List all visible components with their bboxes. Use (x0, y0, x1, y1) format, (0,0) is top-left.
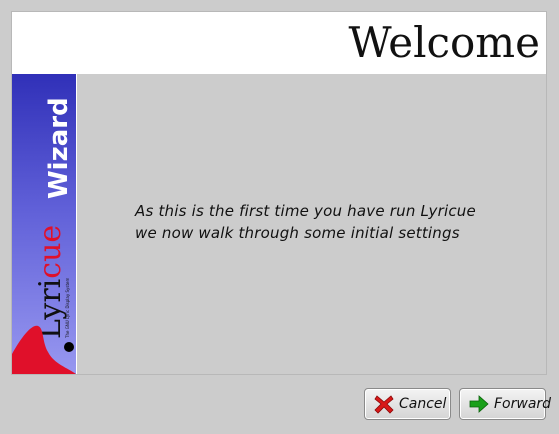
page-title: Welcome (348, 18, 540, 67)
wizard-content: As this is the first time you have run L… (77, 74, 546, 374)
cancel-button[interactable]: Cancel (364, 388, 451, 420)
forward-button[interactable]: Forward (459, 388, 551, 420)
wizard-frame: Welcome Lyricue The GNU Lyric Display Sy… (11, 11, 547, 375)
wizard-label: Wizard (44, 97, 74, 199)
sidebar-branding: Lyricue The GNU Lyric Display System Wiz… (12, 97, 76, 374)
message-line-1: As this is the first time you have run L… (135, 202, 476, 220)
brand-accent: cue (33, 225, 68, 279)
forward-label: Forward (494, 396, 552, 412)
cancel-label: Cancel (399, 396, 447, 412)
cancel-x-icon (373, 393, 395, 415)
brand-tagline: The GNU Lyric Display System (65, 278, 70, 339)
svg-text:Lyricue: Lyricue (33, 225, 68, 339)
wizard-sidebar: Lyricue The GNU Lyric Display System Wiz… (12, 74, 77, 374)
forward-arrow-icon (468, 393, 490, 415)
welcome-message: As this is the first time you have run L… (135, 200, 476, 244)
message-line-2: we now walk through some initial setting… (135, 224, 460, 242)
header-banner: Welcome (12, 12, 546, 74)
